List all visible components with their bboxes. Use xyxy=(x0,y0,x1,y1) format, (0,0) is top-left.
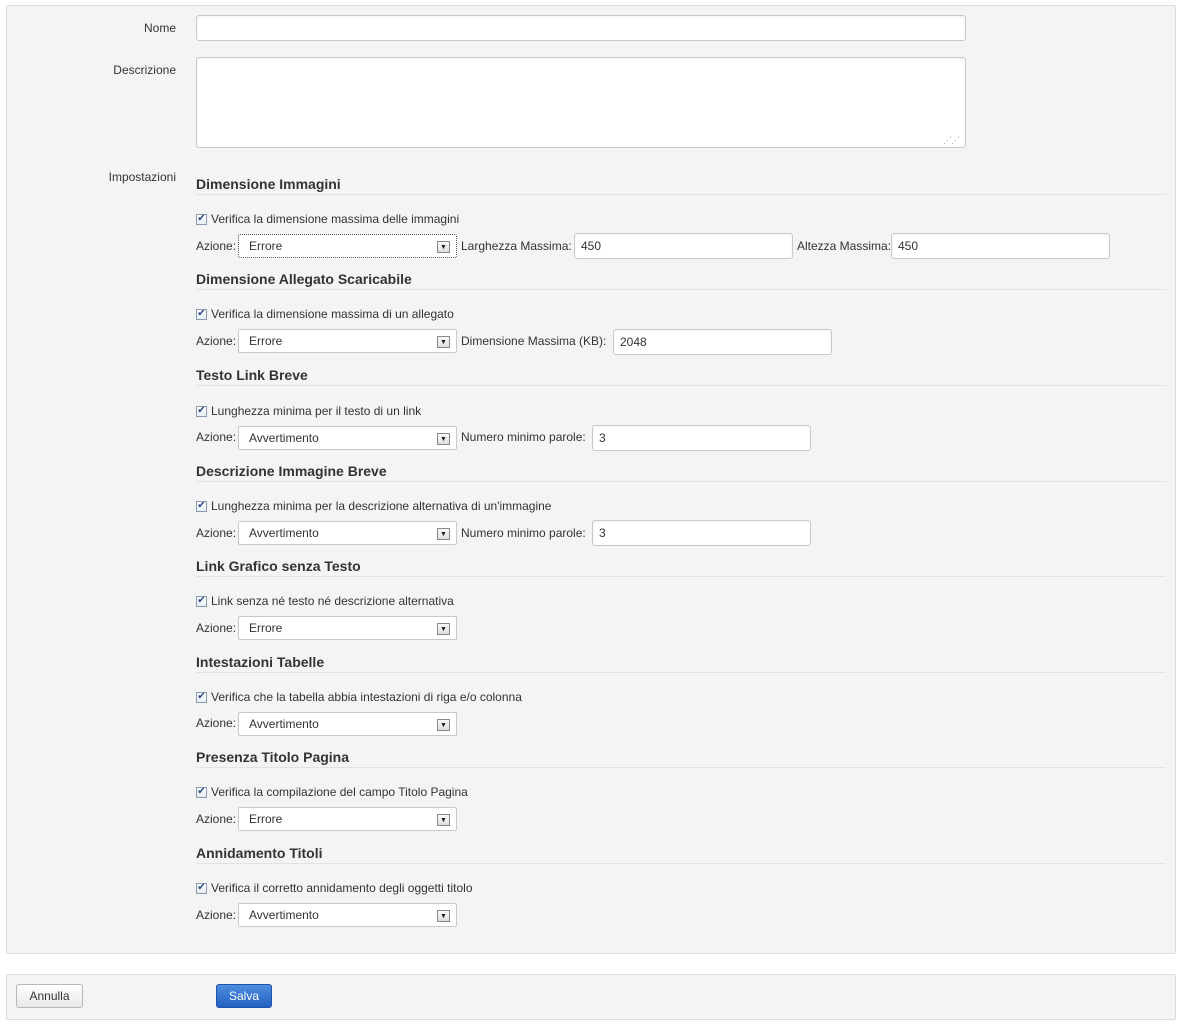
action-label: Azione: xyxy=(196,430,237,444)
section-divider xyxy=(196,289,1166,290)
action-select-value: Errore xyxy=(249,239,283,253)
name-label: Nome xyxy=(143,21,176,35)
action-select-graphic-link[interactable]: Errore ▼ xyxy=(238,616,457,640)
min-words-label: Numero minimo parole: xyxy=(461,430,586,444)
checkmark-icon[interactable]: ✔ xyxy=(196,405,207,417)
max-height-label: Altezza Massima: xyxy=(797,239,892,253)
action-select-value: Avvertimento xyxy=(249,717,319,731)
checkmark-icon[interactable]: ✔ xyxy=(196,308,207,320)
action-select-attachment-size[interactable]: Errore ▼ xyxy=(238,329,457,353)
checkbox-label: Lunghezza minima per il testo di un link xyxy=(211,404,422,418)
section-divider xyxy=(196,576,1166,577)
section-divider xyxy=(196,385,1166,386)
action-select-value: Errore xyxy=(249,621,283,635)
min-words-input-image[interactable] xyxy=(592,520,811,546)
section-title-intestazioni-tabelle: Intestazioni Tabelle xyxy=(196,654,325,670)
chevron-down-icon[interactable]: ▼ xyxy=(437,814,450,826)
chevron-down-icon[interactable]: ▼ xyxy=(437,719,450,731)
settings-label: Impostazioni xyxy=(108,170,176,184)
action-select-value: Errore xyxy=(249,812,283,826)
checkbox-label: Verifica il corretto annidamento degli o… xyxy=(211,881,473,895)
section-title-descrizione-immagine-breve: Descrizione Immagine Breve xyxy=(196,463,387,479)
action-label: Azione: xyxy=(196,908,237,922)
chevron-down-icon[interactable]: ▼ xyxy=(437,623,450,635)
checkbox-label: Link senza né testo né descrizione alter… xyxy=(211,594,454,608)
section-divider xyxy=(196,481,1166,482)
action-select-page-title[interactable]: Errore ▼ xyxy=(238,807,457,831)
action-select-value: Errore xyxy=(249,334,283,348)
checkbox-label: Verifica che la tabella abbia intestazio… xyxy=(211,690,522,704)
max-width-label: Larghezza Massima: xyxy=(461,239,572,253)
action-select-table-headers[interactable]: Avvertimento ▼ xyxy=(238,712,457,736)
checkbox-row-heading-nesting[interactable]: ✔ Verifica il corretto annidamento degli… xyxy=(196,880,473,896)
checkmark-icon[interactable]: ✔ xyxy=(196,595,207,607)
section-divider xyxy=(196,194,1166,195)
max-size-kb-label: Dimensione Massima (KB): xyxy=(461,334,607,348)
checkmark-icon[interactable]: ✔ xyxy=(196,213,207,225)
section-title-annidamento-titoli: Annidamento Titoli xyxy=(196,845,323,861)
section-title-presenza-titolo-pagina: Presenza Titolo Pagina xyxy=(196,749,350,765)
action-select-link-text[interactable]: Avvertimento ▼ xyxy=(238,426,457,450)
action-select-value: Avvertimento xyxy=(249,431,319,445)
checkmark-icon[interactable]: ✔ xyxy=(196,786,207,798)
max-size-kb-input[interactable] xyxy=(613,329,832,355)
section-divider xyxy=(196,863,1166,864)
section-title-dimensione-immagini: Dimensione Immagini xyxy=(196,176,341,192)
checkbox-label: Lunghezza minima per la descrizione alte… xyxy=(211,499,552,513)
checkmark-icon[interactable]: ✔ xyxy=(196,500,207,512)
section-title-dimensione-allegato: Dimensione Allegato Scaricabile xyxy=(196,271,412,287)
max-height-input[interactable] xyxy=(891,233,1110,259)
save-button[interactable]: Salva xyxy=(216,984,272,1008)
action-label: Azione: xyxy=(196,334,237,348)
chevron-down-icon[interactable]: ▼ xyxy=(437,241,450,253)
description-textarea[interactable]: ⋰⋰ xyxy=(196,57,966,148)
checkbox-row-page-title[interactable]: ✔ Verifica la compilazione del campo Tit… xyxy=(196,784,468,800)
action-select-value: Avvertimento xyxy=(249,526,319,540)
cancel-button[interactable]: Annulla xyxy=(16,984,83,1008)
max-width-input[interactable] xyxy=(574,233,793,259)
chevron-down-icon[interactable]: ▼ xyxy=(437,336,450,348)
resize-grip-icon[interactable]: ⋰⋰ xyxy=(943,136,960,145)
description-label: Descrizione xyxy=(113,63,176,77)
action-label: Azione: xyxy=(196,239,237,253)
checkbox-row-attachment-size[interactable]: ✔ Verifica la dimensione massima di un a… xyxy=(196,306,454,322)
section-divider xyxy=(196,767,1166,768)
action-label: Azione: xyxy=(196,621,237,635)
action-label: Azione: xyxy=(196,526,237,540)
action-select-heading-nesting[interactable]: Avvertimento ▼ xyxy=(238,903,457,927)
checkbox-label: Verifica la compilazione del campo Titol… xyxy=(211,785,468,799)
checkbox-row-link-text[interactable]: ✔ Lunghezza minima per il testo di un li… xyxy=(196,403,421,419)
name-input[interactable] xyxy=(196,15,966,41)
section-divider xyxy=(196,672,1166,673)
checkbox-label: Verifica la dimensione massima di un all… xyxy=(211,307,454,321)
action-label: Azione: xyxy=(196,716,237,730)
min-words-input-link[interactable] xyxy=(592,425,811,451)
action-label: Azione: xyxy=(196,812,237,826)
action-select-value: Avvertimento xyxy=(249,908,319,922)
section-title-link-grafico: Link Grafico senza Testo xyxy=(196,558,361,574)
chevron-down-icon[interactable]: ▼ xyxy=(437,528,450,540)
checkbox-label: Verifica la dimensione massima delle imm… xyxy=(211,212,460,226)
checkbox-row-table-headers[interactable]: ✔ Verifica che la tabella abbia intestaz… xyxy=(196,689,522,705)
chevron-down-icon[interactable]: ▼ xyxy=(437,910,450,922)
checkbox-row-graphic-link[interactable]: ✔ Link senza né testo né descrizione alt… xyxy=(196,593,454,609)
chevron-down-icon[interactable]: ▼ xyxy=(437,433,450,445)
action-select-image-alt[interactable]: Avvertimento ▼ xyxy=(238,521,457,545)
form-actions-bar xyxy=(6,974,1176,1020)
checkmark-icon[interactable]: ✔ xyxy=(196,691,207,703)
checkbox-row-image-alt[interactable]: ✔ Lunghezza minima per la descrizione al… xyxy=(196,498,551,514)
action-select-image-size[interactable]: Errore ▼ xyxy=(238,234,457,258)
min-words-label: Numero minimo parole: xyxy=(461,526,586,540)
checkbox-row-image-size[interactable]: ✔ Verifica la dimensione massima delle i… xyxy=(196,211,459,227)
section-title-testo-link-breve: Testo Link Breve xyxy=(196,367,308,383)
checkmark-icon[interactable]: ✔ xyxy=(196,882,207,894)
